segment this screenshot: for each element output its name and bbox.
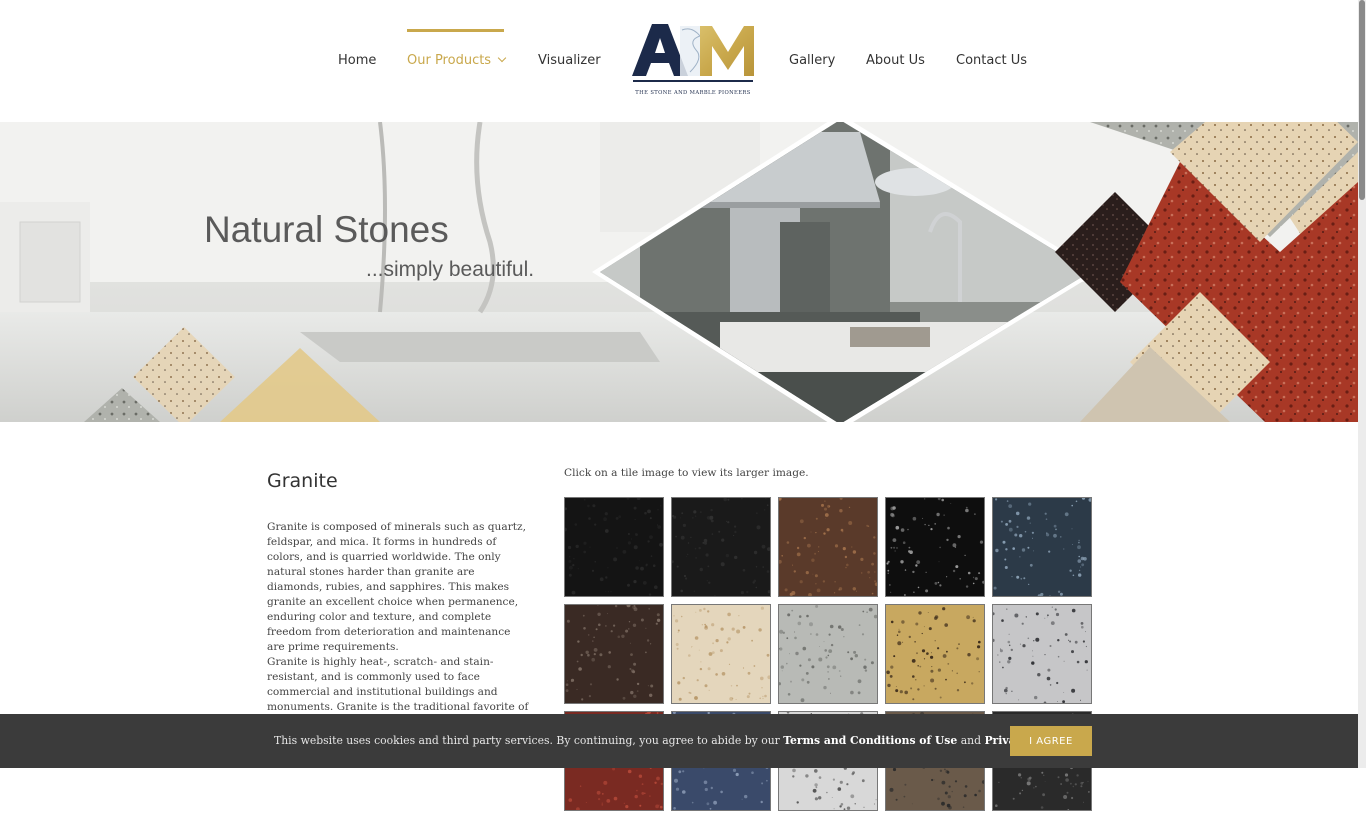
granite-tile[interactable]	[671, 604, 772, 704]
cookie-text-and: and	[957, 734, 985, 747]
hero-illustration: Natural Stones ...simply beautiful.	[0, 122, 1358, 422]
site-header: Home Our Products Visualizer THE STONE A…	[0, 0, 1358, 122]
granite-tile[interactable]	[991, 604, 1092, 705]
granite-tile[interactable]	[778, 496, 879, 597]
site-logo[interactable]: THE STONE AND MARBLE PIONEERS	[632, 22, 754, 98]
cookie-message: This website uses cookies and third part…	[274, 734, 1072, 747]
hero-title: Natural Stones	[204, 209, 449, 250]
granite-tile[interactable]	[885, 604, 985, 704]
nav-active-indicator	[407, 29, 504, 32]
scrollbar-thumb[interactable]	[1359, 0, 1365, 200]
granite-tile[interactable]	[777, 604, 878, 704]
nav-home[interactable]: Home	[338, 53, 376, 68]
granite-tile[interactable]	[564, 603, 664, 704]
cookie-consent-bar: This website uses cookies and third part…	[0, 714, 1358, 768]
page-title: Granite	[267, 470, 338, 492]
granite-tile[interactable]	[992, 496, 1093, 598]
nav-visualizer[interactable]: Visualizer	[538, 53, 601, 68]
page-scrollbar[interactable]	[1358, 0, 1366, 768]
cookie-text-start: This website uses cookies and third part…	[274, 734, 784, 747]
description-paragraph-2: Granite is highly heat-, scratch- and st…	[267, 656, 529, 713]
nav-contact-us[interactable]: Contact Us	[956, 53, 1027, 68]
tile-instruction: Click on a tile image to view its larger…	[564, 467, 809, 479]
hero-banner: Natural Stones ...simply beautiful.	[0, 122, 1358, 422]
nav-about-us[interactable]: About Us	[866, 53, 925, 68]
nav-our-products-label: Our Products	[407, 53, 492, 68]
hero-subtitle: ...simply beautiful.	[366, 258, 534, 281]
terms-link[interactable]: Terms and Conditions of Use	[783, 734, 957, 747]
granite-tile[interactable]	[563, 496, 664, 597]
description-paragraph-1: Granite is composed of minerals such as …	[267, 521, 526, 653]
nav-our-products[interactable]: Our Products	[407, 53, 507, 68]
granite-tile[interactable]	[671, 497, 771, 597]
granite-tile[interactable]	[885, 497, 986, 597]
agree-button[interactable]: I AGREE	[1010, 726, 1092, 756]
logo-tagline: THE STONE AND MARBLE PIONEERS	[635, 90, 750, 96]
chevron-down-icon	[497, 53, 507, 63]
nav-gallery[interactable]: Gallery	[789, 53, 835, 68]
